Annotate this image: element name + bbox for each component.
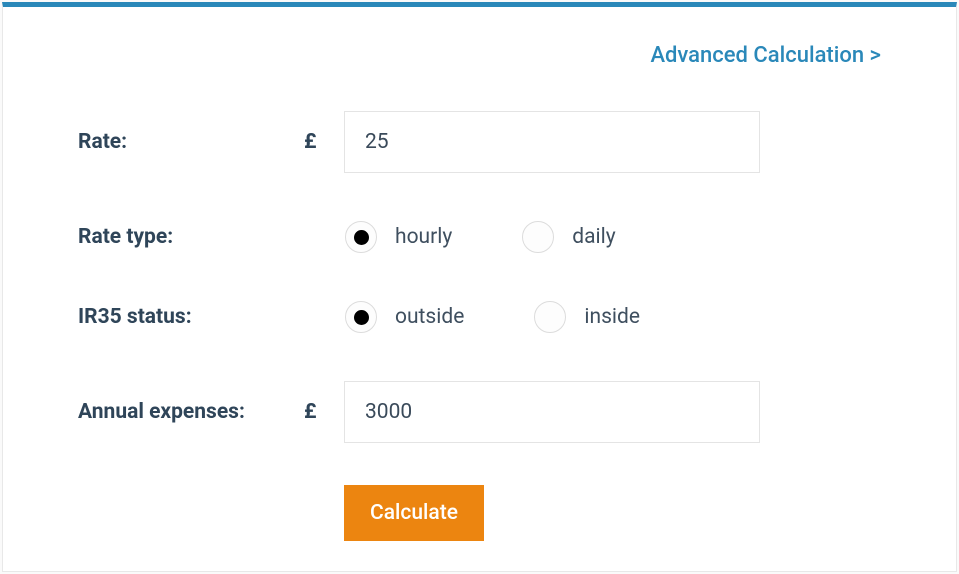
radio-icon <box>534 301 566 333</box>
rate-type-radio-group: hourly daily <box>345 221 616 253</box>
form-content: Rate: £ Rate type: hourly daily <box>78 111 881 541</box>
rate-type-hourly-label: hourly <box>395 225 452 249</box>
calculator-panel: Advanced Calculation > Rate: £ Rate type… <box>2 2 957 572</box>
radio-icon <box>345 221 377 253</box>
button-row: Calculate <box>344 485 881 541</box>
ir35-outside-label: outside <box>395 305 464 329</box>
ir35-inside-option[interactable]: inside <box>534 301 640 333</box>
annual-expenses-label: Annual expenses: <box>78 400 304 424</box>
radio-icon <box>522 221 554 253</box>
rate-label: Rate: <box>78 130 304 154</box>
advanced-calculation-link[interactable]: Advanced Calculation > <box>650 43 881 68</box>
rate-row: Rate: £ <box>78 111 881 173</box>
ir35-status-row: IR35 status: outside inside <box>78 301 881 333</box>
ir35-outside-option[interactable]: outside <box>345 301 464 333</box>
rate-type-daily-option[interactable]: daily <box>522 221 615 253</box>
calculate-button[interactable]: Calculate <box>344 485 484 541</box>
ir35-status-label: IR35 status: <box>78 305 304 329</box>
annual-expenses-input[interactable] <box>344 381 760 443</box>
radio-dot-icon <box>354 230 369 245</box>
currency-symbol: £ <box>304 400 344 424</box>
rate-type-hourly-option[interactable]: hourly <box>345 221 452 253</box>
ir35-status-radio-group: outside inside <box>345 301 640 333</box>
rate-input[interactable] <box>344 111 760 173</box>
annual-expenses-row: Annual expenses: £ <box>78 381 881 443</box>
ir35-inside-label: inside <box>584 305 640 329</box>
radio-icon <box>345 301 377 333</box>
rate-type-label: Rate type: <box>78 225 304 249</box>
currency-symbol: £ <box>304 130 344 154</box>
radio-dot-icon <box>354 310 369 325</box>
rate-type-row: Rate type: hourly daily <box>78 221 881 253</box>
rate-type-daily-label: daily <box>572 225 615 249</box>
